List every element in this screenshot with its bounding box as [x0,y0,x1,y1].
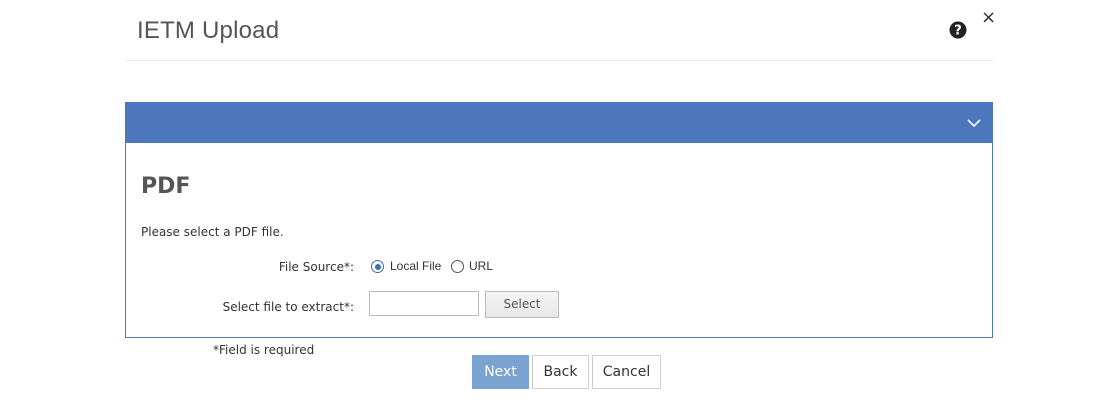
cancel-button[interactable]: Cancel [592,355,661,389]
close-icon[interactable]: × [981,9,996,27]
file-path-input[interactable] [369,291,479,316]
svg-text:?: ? [954,24,962,39]
url-label[interactable]: URL [469,259,493,273]
panel-header[interactable] [126,103,992,143]
next-button[interactable]: Next [472,355,529,389]
pdf-panel: PDF Please select a PDF file. File Sourc… [125,102,993,338]
file-source-label: File Source*: [278,260,354,274]
dialog-title: IETM Upload [137,17,280,44]
chevron-down-icon[interactable] [966,115,982,131]
question-circle-icon[interactable]: ? [949,21,967,39]
back-button[interactable]: Back [532,355,589,389]
local-file-label[interactable]: Local File [390,259,441,273]
local-file-radio[interactable] [371,260,384,273]
section-title: PDF [141,174,191,199]
instruction-text: Please select a PDF file. [141,225,284,239]
title-divider [125,60,993,61]
select-file-label: Select file to extract*: [222,300,354,314]
url-radio[interactable] [451,260,464,273]
select-file-button[interactable]: Select [485,291,559,318]
required-field-note: *Field is required [213,343,315,357]
